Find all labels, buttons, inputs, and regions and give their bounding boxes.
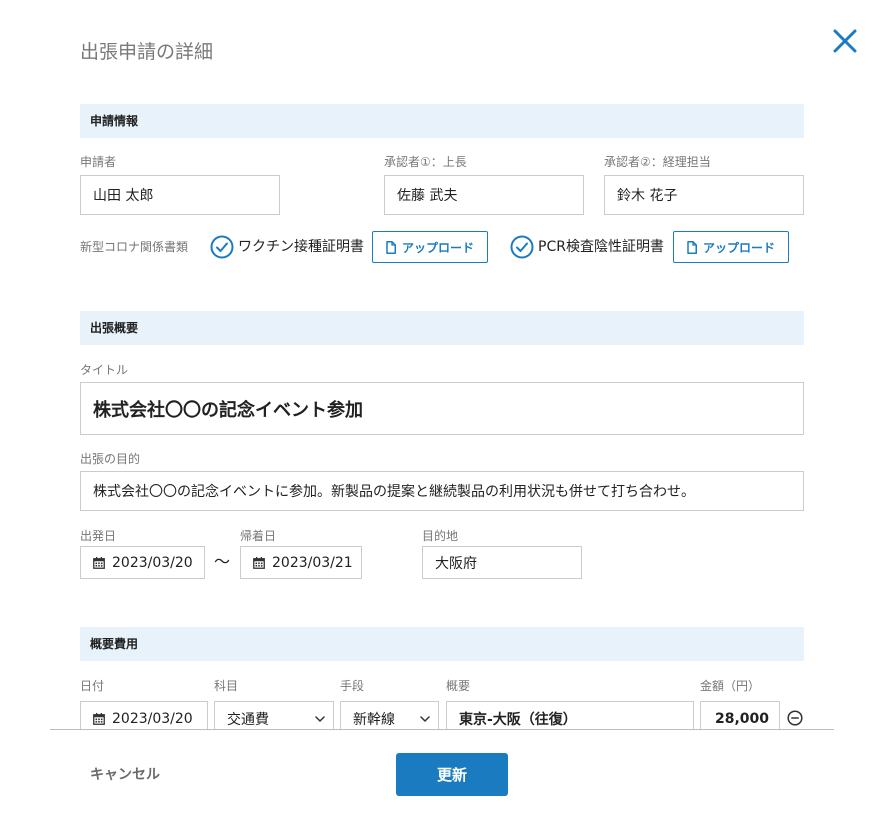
- vaccine-certificate-name: ワクチン接種証明書: [238, 239, 364, 255]
- trip-title-value: 株式会社〇〇の記念イベント参加: [93, 399, 363, 421]
- approver-2-field[interactable]: 鈴木 花子: [604, 175, 804, 215]
- expense-column-summary: 概要: [446, 679, 471, 693]
- remove-expense-row-button[interactable]: [787, 710, 803, 726]
- update-button-label: 更新: [436, 766, 467, 784]
- date-range-separator: 〜: [213, 552, 230, 571]
- return-date-field[interactable]: 2023/03/21: [240, 546, 362, 579]
- destination-field[interactable]: 大阪府: [422, 546, 582, 579]
- applicant-field[interactable]: 山田 太郎: [80, 175, 280, 215]
- expense-date-field[interactable]: 2023/03/20: [80, 701, 208, 729]
- departure-date-field[interactable]: 2023/03/20: [80, 546, 205, 579]
- applicant-value: 山田 太郎: [93, 188, 154, 204]
- chevron-down-icon: [420, 715, 430, 722]
- file-icon: [386, 240, 396, 254]
- expense-category-value: 交通費: [227, 711, 269, 728]
- approver-2-label: 承認者②：経理担当: [604, 155, 711, 169]
- update-button[interactable]: 更新: [396, 753, 508, 796]
- check-circle-icon: [210, 235, 234, 259]
- upload-pcr-certificate-button[interactable]: アップロード: [673, 231, 789, 263]
- expense-column-method: 手段: [340, 679, 365, 693]
- trip-purpose-field[interactable]: 株式会社〇〇の記念イベントに参加。新製品の提案と継続製品の利用状況も併せて打ち合…: [80, 471, 804, 511]
- calendar-icon: [93, 712, 105, 725]
- file-icon: [687, 240, 697, 254]
- trip-purpose-label: 出張の目的: [80, 452, 141, 466]
- destination-label: 目的地: [422, 529, 459, 543]
- trip-title-label: タイトル: [80, 363, 129, 377]
- calendar-icon: [253, 556, 265, 569]
- expense-amount-field[interactable]: 28,000: [700, 701, 780, 729]
- expense-amount-value: 28,000: [714, 710, 769, 727]
- expense-summary-field[interactable]: 東京-大阪（往復）: [446, 701, 694, 729]
- trip-purpose-value: 株式会社〇〇の記念イベントに参加。新製品の提案と継続製品の利用状況も併せて打ち合…: [93, 484, 695, 500]
- close-icon: [833, 29, 857, 53]
- calendar-icon: [93, 556, 105, 569]
- dialog-title: 出張申請の詳細: [80, 41, 214, 63]
- section-header-trip-overview: 出張概要: [80, 311, 804, 345]
- approver-1-field[interactable]: 佐藤 武夫: [384, 175, 584, 215]
- upload-button-label: アップロード: [702, 240, 775, 255]
- pcr-certificate-name: PCR検査陰性証明書: [538, 239, 664, 255]
- applicant-label: 申請者: [80, 155, 117, 169]
- expense-method-value: 新幹線: [353, 711, 395, 728]
- expense-column-date: 日付: [80, 679, 105, 693]
- approver-1-label: 承認者①：上長: [384, 155, 467, 169]
- minus-circle-icon: [787, 710, 803, 726]
- destination-value: 大阪府: [435, 555, 477, 572]
- chevron-down-icon: [315, 715, 325, 722]
- trip-request-dialog: 出張申請の詳細 申請情報 申請者 承認者①：上長 承認者②：経理担当 山田 太郎…: [0, 0, 884, 836]
- footer-divider: [50, 729, 834, 730]
- departure-date-label: 出発日: [80, 529, 117, 543]
- return-date-value: 2023/03/21: [272, 554, 353, 571]
- return-date-label: 帰着日: [240, 529, 277, 543]
- trip-title-field[interactable]: 株式会社〇〇の記念イベント参加: [80, 382, 804, 435]
- section-header-expenses: 概要費用: [80, 627, 804, 661]
- approver-1-value: 佐藤 武夫: [397, 188, 458, 204]
- cancel-button[interactable]: キャンセル: [80, 761, 170, 789]
- close-button[interactable]: [832, 28, 858, 54]
- expense-category-select[interactable]: 交通費: [214, 701, 334, 729]
- departure-date-value: 2023/03/20: [112, 554, 193, 571]
- covid-documents-label: 新型コロナ関係書類: [80, 240, 189, 254]
- expense-summary-value: 東京-大阪（往復）: [459, 711, 577, 728]
- expense-column-amount: 金額（円）: [700, 679, 761, 693]
- upload-button-label: アップロード: [401, 240, 474, 255]
- upload-vaccine-certificate-button[interactable]: アップロード: [372, 231, 488, 263]
- expense-column-category: 科目: [214, 679, 239, 693]
- expense-date-value: 2023/03/20: [112, 710, 193, 727]
- expense-method-select[interactable]: 新幹線: [340, 701, 439, 729]
- check-circle-icon: [510, 235, 534, 259]
- section-header-application-info: 申請情報: [80, 104, 804, 138]
- approver-2-value: 鈴木 花子: [617, 188, 678, 204]
- dialog-body-scroll-area[interactable]: 申請情報 申請者 承認者①：上長 承認者②：経理担当 山田 太郎 佐藤 武夫 鈴…: [0, 90, 884, 729]
